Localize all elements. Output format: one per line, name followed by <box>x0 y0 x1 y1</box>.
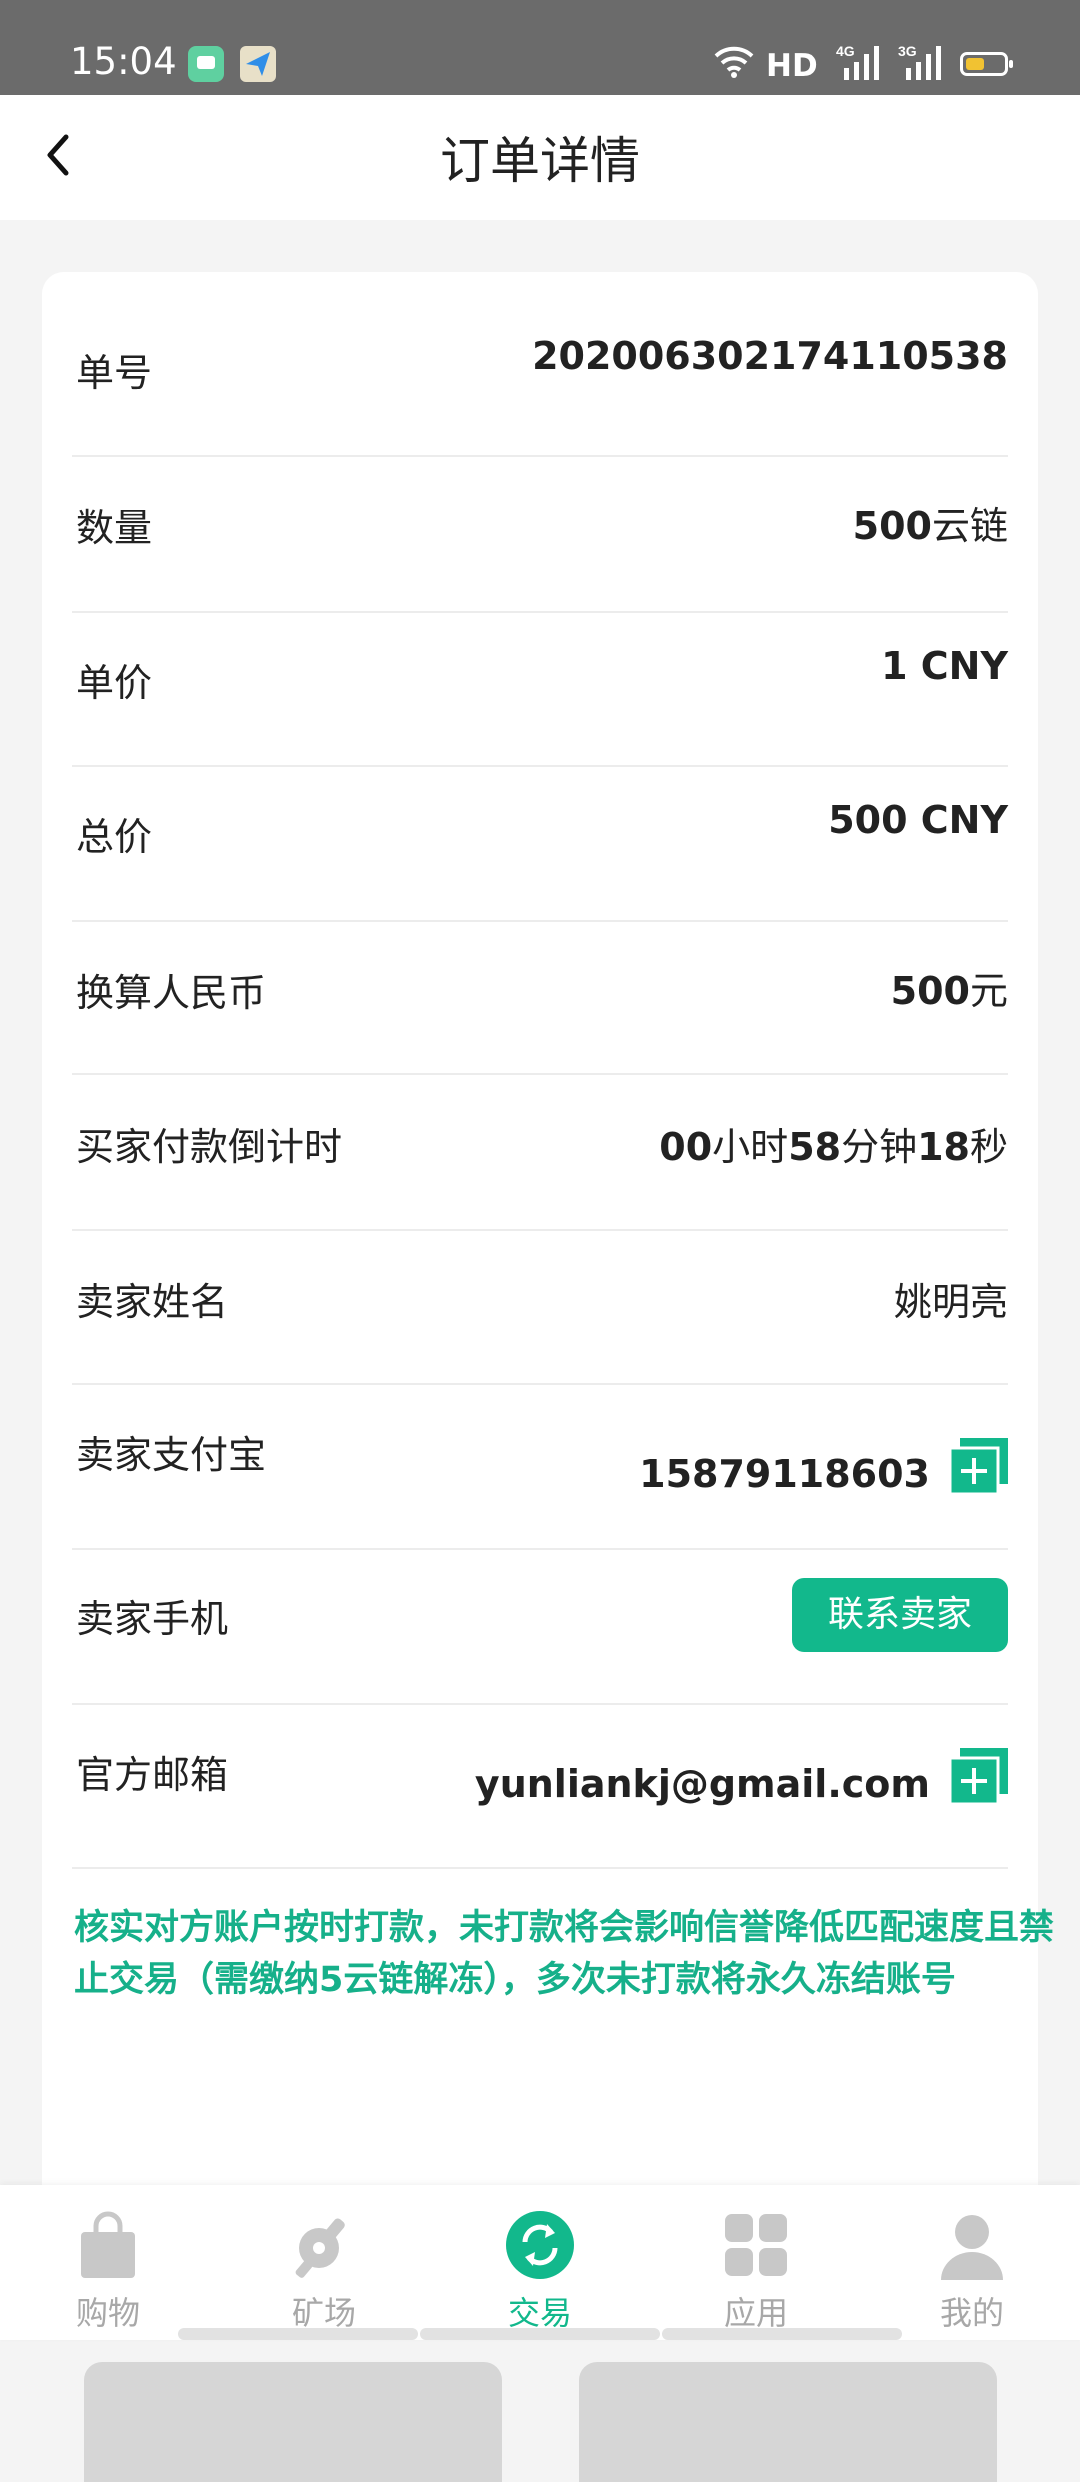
signal-4g-icon: 4G <box>836 43 879 80</box>
nav-item-shopping[interactable]: 购物 <box>0 2185 216 2340</box>
email-value: yunliankj@gmail.com <box>474 1762 930 1806</box>
navigation-app-icon <box>240 46 276 82</box>
quantity-unit: 云链 <box>931 504 1008 548</box>
quantity-number: 500 <box>852 504 932 548</box>
rmb-label: 换算人民币 <box>76 971 267 1015</box>
divider <box>72 1383 1008 1385</box>
exchange-icon <box>506 2211 574 2279</box>
divider <box>72 1548 1008 1550</box>
home-indicator <box>662 2328 902 2340</box>
nav-item-trade[interactable]: 交易 <box>432 2185 648 2340</box>
divider <box>72 1867 1008 1869</box>
seller-phone-label: 卖家手机 <box>76 1597 229 1641</box>
unit-price-label: 单价 <box>76 661 153 705</box>
quantity-value: 500云链 <box>853 495 1008 550</box>
seller-name-value: 姚明亮 <box>893 1280 1008 1324</box>
countdown-hours: 00 <box>659 1125 713 1169</box>
quantity-label: 数量 <box>76 506 153 550</box>
chat-app-icon <box>188 46 224 82</box>
countdown-hours-unit: 小时 <box>712 1125 789 1169</box>
nav-item-mine[interactable]: 矿场 <box>216 2185 432 2340</box>
divider <box>72 611 1008 613</box>
hd-badge: HD <box>766 48 818 84</box>
nav-item-profile[interactable]: 我的 <box>864 2185 1080 2340</box>
countdown-minutes-unit: 分钟 <box>841 1125 918 1169</box>
order-number-value: 202006302174110538 <box>532 334 1008 378</box>
signal-3g-icon: 3G <box>898 43 941 80</box>
signal-4g-label: 4G <box>836 43 855 59</box>
wifi-icon <box>714 46 754 78</box>
countdown-seconds-unit: 秒 <box>969 1125 1008 1169</box>
seller-alipay-value: 15879118603 <box>639 1452 930 1496</box>
home-indicator <box>178 2328 418 2340</box>
payment-proof-image-left[interactable] <box>84 2362 502 2482</box>
countdown-seconds: 18 <box>917 1125 970 1169</box>
countdown-minutes: 58 <box>788 1125 842 1169</box>
shopping-bag-icon <box>81 2211 135 2278</box>
contact-seller-button[interactable]: 联系卖家 <box>792 1578 1008 1652</box>
status-time: 15:04 <box>70 40 177 83</box>
copy-icon[interactable] <box>950 1438 1008 1494</box>
total-price-value: 500 CNY <box>828 798 1008 842</box>
divider <box>72 765 1008 767</box>
rmb-number: 500 <box>890 969 970 1013</box>
divider <box>72 1073 1008 1075</box>
signal-3g-label: 3G <box>898 43 917 59</box>
seller-name-label: 卖家姓名 <box>76 1280 229 1324</box>
order-number-label: 单号 <box>76 351 153 395</box>
page-title: 订单详情 <box>440 132 640 190</box>
countdown-value: 00小时58分钟18秒 <box>659 1116 1008 1171</box>
divider <box>72 1703 1008 1705</box>
total-price-label: 总价 <box>76 815 153 859</box>
battery-icon <box>960 52 1013 76</box>
seller-alipay-label: 卖家支付宝 <box>76 1433 267 1477</box>
copy-icon[interactable] <box>950 1748 1008 1804</box>
pickaxe-icon <box>295 2218 345 2278</box>
header: 订单详情 <box>0 95 1080 220</box>
home-indicator <box>420 2328 660 2340</box>
payment-proof-image-right[interactable] <box>579 2362 997 2482</box>
divider <box>72 920 1008 922</box>
user-icon <box>941 2215 1003 2280</box>
rmb-value: 500元 <box>891 960 1008 1015</box>
divider <box>72 455 1008 457</box>
divider <box>72 1229 1008 1231</box>
apps-grid-icon <box>725 2214 787 2276</box>
status-bar: 15:04 HD 4G 3G <box>0 0 1080 95</box>
nav-item-apps[interactable]: 应用 <box>648 2185 864 2340</box>
payment-notice: 核实对方账户按时打款，未打款将会影响信誉降低匹配速度且禁止交易（需缴纳5云链解冻… <box>74 1908 1055 2000</box>
rmb-unit: 元 <box>969 969 1008 1013</box>
order-detail-card: 单号 202006302174110538 数量 500云链 单价 1 CNY … <box>42 272 1054 2482</box>
email-label: 官方邮箱 <box>76 1753 229 1797</box>
countdown-label: 买家付款倒计时 <box>76 1125 343 1169</box>
bottom-nav: 购物 矿场 交易 应用 我的 <box>0 2185 1080 2340</box>
unit-price-value: 1 CNY <box>881 644 1008 688</box>
